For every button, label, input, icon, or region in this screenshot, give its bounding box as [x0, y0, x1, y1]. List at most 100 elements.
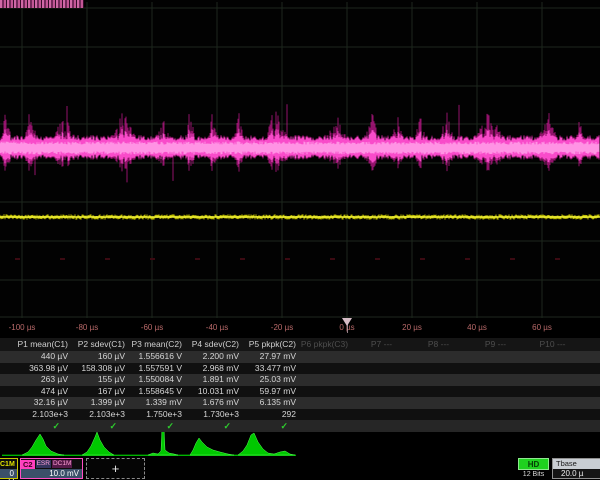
table-row-mean: 363.98 µV158.308 µV1.557591 V2.968 mV33.…: [0, 363, 600, 375]
histicon-P5[interactable]: [238, 433, 295, 455]
cell-min-p8: [410, 374, 467, 386]
table-row-status: ✓✓✓✓✓: [0, 420, 600, 432]
cell-value-p5: 27.97 mV: [239, 351, 296, 363]
cell-sdev-p1: 32.16 µV: [11, 397, 68, 409]
c2-channel-tag: C2: [21, 460, 35, 469]
cell-sdev-p4: 1.676 mV: [182, 397, 239, 409]
timebase-title: Tbase: [553, 459, 600, 469]
cell-max-p11: [581, 386, 600, 398]
histicon-P4[interactable]: [190, 438, 234, 455]
cell-max-p8: [410, 386, 467, 398]
cell-min-p3: 1.550084 V: [125, 374, 182, 386]
cell-min-p11: [581, 374, 600, 386]
cell-mean-p4: 2.968 mV: [182, 363, 239, 375]
histicon-strip[interactable]: [0, 432, 600, 458]
waveform-display[interactable]: [0, 0, 600, 318]
channel-c1-descriptor[interactable]: C1M 0 mV: [0, 458, 18, 479]
table-header-row: P1 mean(C1)P2 sdev(C1)P3 mean(C2)P4 sdev…: [0, 338, 600, 351]
timebase-descriptor[interactable]: Tbase 20.0 µ: [552, 458, 600, 479]
trace-annotation-blob: [0, 0, 84, 8]
c1-scale-value: 0 mV: [0, 469, 17, 478]
channel-c2-descriptor[interactable]: C2 ESR DC1M 10.0 mV: [20, 458, 83, 479]
cell-max-p7: [353, 386, 410, 398]
cell-status-p11: [581, 420, 600, 432]
param-header-5[interactable]: P5 pkpk(C2): [239, 338, 296, 351]
c1-coupling-badge: C1M: [0, 461, 15, 468]
cell-value-p10: [524, 351, 581, 363]
measurement-table: P1 mean(C1)P2 sdev(C1)P3 mean(C2)P4 sdev…: [0, 338, 600, 432]
timebase-value: 20.0 µ: [553, 469, 600, 478]
trigger-position-marker[interactable]: [342, 318, 352, 326]
cell-num-p11: [581, 409, 600, 421]
cell-num-p9: [467, 409, 524, 421]
cell-sdev-p10: [524, 397, 581, 409]
cell-num-p7: [353, 409, 410, 421]
timebase-label: -60 µs: [141, 323, 163, 332]
cell-sdev-p2: 1.399 µV: [68, 397, 125, 409]
histicon-P1[interactable]: [22, 434, 64, 455]
cell-num-p5: 292: [239, 409, 296, 421]
param-header-4[interactable]: P4 sdev(C2): [182, 338, 239, 351]
cell-min-p9: [467, 374, 524, 386]
cell-mean-p9: [467, 363, 524, 375]
cell-mean-p7: [353, 363, 410, 375]
timebase-label: 20 µs: [402, 323, 422, 332]
param-header-8[interactable]: P8 ---: [410, 338, 467, 351]
hd-mode-badge[interactable]: HD: [518, 458, 549, 470]
cell-min-p4: 1.891 mV: [182, 374, 239, 386]
param-header-3[interactable]: P3 mean(C2): [125, 338, 182, 351]
table-row-sdev: 32.16 µV1.399 µV1.339 mV1.676 mV6.135 mV: [0, 397, 600, 409]
param-header-9[interactable]: P9 ---: [467, 338, 524, 351]
param-header-2[interactable]: P2 sdev(C1): [68, 338, 125, 351]
cell-value-p8: [410, 351, 467, 363]
cell-max-p10: [524, 386, 581, 398]
param-header-7[interactable]: P7 ---: [353, 338, 410, 351]
timebase-axis: -100 µs-80 µs-60 µs-40 µs-20 µs0 µs20 µs…: [0, 318, 600, 338]
table-row-value: 440 µV160 µV1.556616 V2.200 mV27.97 mV: [0, 351, 600, 363]
cell-max-p5: 59.97 mV: [239, 386, 296, 398]
histicon-canvas: [0, 432, 600, 458]
param-header-1[interactable]: P1 mean(C1): [11, 338, 68, 351]
cell-sdev-p6: [296, 397, 353, 409]
cell-num-p10: [524, 409, 581, 421]
cell-max-p3: 1.558645 V: [125, 386, 182, 398]
cell-value-p6: [296, 351, 353, 363]
timebase-label: 60 µs: [532, 323, 552, 332]
timebase-label: -80 µs: [76, 323, 98, 332]
waveform-canvas: [0, 0, 600, 318]
table-row-min: 263 µV155 µV1.550084 V1.891 mV25.03 mV: [0, 374, 600, 386]
cell-value-p11: [581, 351, 600, 363]
cell-status-p10: [524, 420, 581, 432]
param-header-11[interactable]: P11: [581, 338, 600, 351]
hd-bits-label: 12 Bits: [516, 471, 551, 478]
oscilloscope-screen: -100 µs-80 µs-60 µs-40 µs-20 µs0 µs20 µs…: [0, 0, 600, 480]
histicon-P3[interactable]: [148, 432, 178, 455]
cell-status-p3: ✓: [125, 420, 182, 432]
cell-status-p9: [467, 420, 524, 432]
param-header-10[interactable]: P10 ---: [524, 338, 581, 351]
cell-num-p6: [296, 409, 353, 421]
cell-value-p4: 2.200 mV: [182, 351, 239, 363]
cell-max-p1: 474 µV: [11, 386, 68, 398]
cell-mean-p2: 158.308 µV: [68, 363, 125, 375]
add-channel-button[interactable]: +: [86, 458, 145, 479]
cell-value-p1: 440 µV: [11, 351, 68, 363]
cell-value-p3: 1.556616 V: [125, 351, 182, 363]
param-header-6[interactable]: P6 pkpk(C3): [296, 338, 353, 351]
cell-sdev-p5: 6.135 mV: [239, 397, 296, 409]
cell-num-p2: 2.103e+3: [68, 409, 125, 421]
c2-coupling-badge: DC1M: [52, 460, 72, 468]
cell-sdev-p11: [581, 397, 600, 409]
cell-mean-p6: [296, 363, 353, 375]
cell-mean-p8: [410, 363, 467, 375]
cell-min-p2: 155 µV: [68, 374, 125, 386]
cell-status-p2: ✓: [68, 420, 125, 432]
cell-status-p1: ✓: [11, 420, 68, 432]
cell-status-p5: ✓: [239, 420, 296, 432]
cell-num-p8: [410, 409, 467, 421]
cell-mean-p10: [524, 363, 581, 375]
timebase-label: -40 µs: [206, 323, 228, 332]
cell-sdev-p7: [353, 397, 410, 409]
cell-max-p6: [296, 386, 353, 398]
histicon-P2[interactable]: [82, 432, 114, 455]
